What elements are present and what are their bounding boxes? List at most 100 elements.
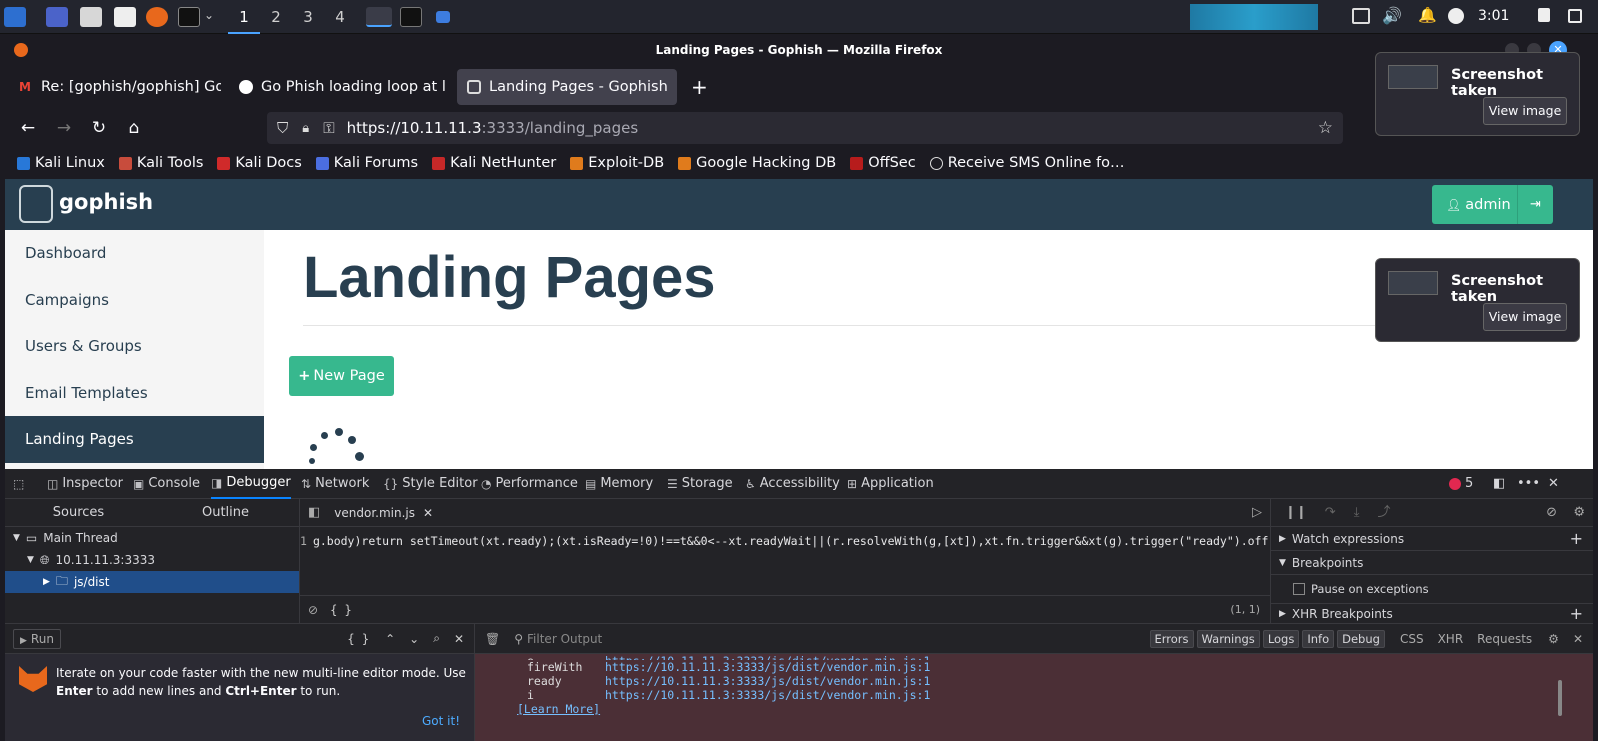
chevron-down-icon[interactable]: ⌄ bbox=[204, 8, 214, 22]
run-button[interactable]: ▶ Run bbox=[13, 628, 61, 649]
user-menu[interactable]: 👤︎ admin ⇥ bbox=[1432, 185, 1553, 224]
close-console-icon[interactable]: ✕ bbox=[1573, 632, 1583, 646]
trace-link[interactable]: https://10.11.11.3:3333/js/dist/vendor.m… bbox=[605, 674, 930, 688]
sidebar-item-dashboard[interactable]: Dashboard bbox=[5, 230, 264, 277]
pause-icon[interactable]: ❙❙ bbox=[1285, 499, 1307, 527]
filter-warnings[interactable]: Warnings bbox=[1196, 629, 1260, 648]
tree-folder-js-dist[interactable]: ▶ 🗀 js/dist bbox=[5, 571, 299, 593]
more-options-icon[interactable]: ••• bbox=[1517, 469, 1540, 499]
tab-style-editor[interactable]: {} Style Editor bbox=[383, 469, 478, 499]
search-icon[interactable]: ⌕ bbox=[433, 631, 440, 646]
sidebar-item-landing-pages[interactable]: Landing Pages bbox=[5, 416, 264, 463]
tree-main-thread[interactable]: ▼ ▭ Main Thread bbox=[5, 527, 299, 549]
file-tab[interactable]: vendor.min.js bbox=[334, 499, 415, 527]
workspace-1[interactable]: 1 bbox=[228, 0, 260, 34]
power-icon[interactable] bbox=[1448, 8, 1464, 24]
blackbox-icon[interactable]: ⊘ bbox=[308, 603, 318, 617]
shield-icon[interactable]: ⛉ bbox=[277, 119, 288, 137]
step-in-icon[interactable]: ⤓ bbox=[1354, 499, 1360, 527]
filter-requests[interactable]: Requests bbox=[1477, 632, 1532, 646]
logout-icon[interactable]: ⇥ bbox=[1517, 185, 1553, 224]
terminal-window-icon[interactable] bbox=[400, 7, 422, 27]
sidebar-item-email-templates[interactable]: Email Templates bbox=[5, 370, 264, 417]
tab-landing-pages[interactable]: Landing Pages - Gophish ✕ bbox=[457, 69, 677, 105]
tab-storage[interactable]: ☰ Storage bbox=[667, 469, 733, 499]
console-settings-icon[interactable]: ⚙ bbox=[1548, 632, 1559, 646]
tab-accessibility[interactable]: ♿︎ Accessibility bbox=[745, 469, 840, 499]
tab-console[interactable]: ▣ Console bbox=[133, 469, 200, 499]
bookmark-kali-forums[interactable]: Kali Forums bbox=[315, 155, 418, 171]
tab-debugger[interactable]: ◨ Debugger bbox=[211, 469, 291, 499]
logout-icon[interactable] bbox=[1568, 9, 1582, 23]
toggle-panels-icon[interactable]: ▷ bbox=[1252, 499, 1262, 527]
tab-performance[interactable]: ◔ Performance bbox=[481, 469, 578, 499]
workspace-4[interactable]: 4 bbox=[324, 0, 356, 34]
xhr-breakpoints-header[interactable]: ▶ XHR Breakpoints + bbox=[1271, 603, 1593, 623]
desktop-icon[interactable] bbox=[46, 7, 68, 27]
home-icon[interactable]: ⌂ bbox=[123, 117, 145, 139]
watch-expressions-header[interactable]: ▶ Watch expressions + bbox=[1271, 527, 1593, 551]
bookmark-kali-docs[interactable]: Kali Docs bbox=[217, 155, 302, 171]
close-devtools-icon[interactable]: ✕ bbox=[1548, 469, 1559, 499]
filter-output-input[interactable]: Filter Output bbox=[527, 632, 602, 646]
display-icon[interactable] bbox=[1352, 8, 1370, 24]
pretty-print-icon[interactable]: { } bbox=[347, 632, 369, 646]
bookmark-kali-linux[interactable]: Kali Linux bbox=[17, 155, 105, 171]
forward-icon[interactable]: → bbox=[53, 117, 75, 139]
step-out-icon[interactable]: ⤴ bbox=[1377, 499, 1390, 527]
sidebar-item-campaigns[interactable]: Campaigns bbox=[5, 277, 264, 324]
tab-github[interactable]: Go Phish loading loop at l ✕ bbox=[229, 69, 447, 105]
step-over-icon[interactable]: ↷ bbox=[1325, 499, 1336, 527]
pause-on-exceptions[interactable]: Pause on exceptions bbox=[1271, 575, 1593, 603]
toggle-sources-icon[interactable]: ◧ bbox=[308, 499, 320, 527]
element-picker-icon[interactable]: ⬚ bbox=[13, 469, 28, 499]
new-tab-icon[interactable]: + bbox=[691, 75, 708, 99]
filter-xhr[interactable]: XHR bbox=[1438, 632, 1464, 646]
filter-errors[interactable]: Errors bbox=[1149, 629, 1194, 648]
file-manager-icon[interactable] bbox=[80, 7, 102, 27]
filter-css[interactable]: CSS bbox=[1400, 632, 1424, 646]
trace-link[interactable]: https://10.11.11.3:3333/js/dist/vendor.m… bbox=[605, 688, 930, 702]
terminal-launcher-icon[interactable] bbox=[178, 7, 200, 27]
firefox-window-icon[interactable] bbox=[366, 7, 392, 27]
bookmark-star-icon[interactable]: ☆ bbox=[1318, 118, 1333, 138]
trash-icon[interactable]: 🗑︎ bbox=[485, 632, 500, 646]
kali-menu-icon[interactable] bbox=[4, 7, 26, 27]
deactivate-breakpoints-icon[interactable]: ⊘ bbox=[1546, 499, 1557, 527]
filter-logs[interactable]: Logs bbox=[1262, 629, 1300, 648]
trace-link[interactable]: https://10.11.11.3:3333/js/dist/vendor.m… bbox=[605, 660, 930, 674]
tab-gmail[interactable]: M Re: [gophish/gophish] Go ✕ bbox=[9, 69, 221, 105]
view-image-button[interactable]: View image bbox=[1483, 303, 1567, 331]
workspace-3[interactable]: 3 bbox=[292, 0, 324, 34]
tree-host[interactable]: ▼ 🌐︎ 10.11.11.3:3333 bbox=[5, 549, 299, 571]
firefox-launcher-icon[interactable] bbox=[146, 7, 168, 27]
view-image-button[interactable]: View image bbox=[1483, 97, 1567, 125]
history-up-icon[interactable]: ⌃ bbox=[385, 632, 395, 646]
workspace-2[interactable]: 2 bbox=[260, 0, 292, 34]
scrollbar[interactable] bbox=[1558, 680, 1562, 716]
filter-info[interactable]: Info bbox=[1302, 629, 1335, 648]
back-icon[interactable]: ← bbox=[17, 117, 39, 139]
tab-sources[interactable]: Sources bbox=[5, 499, 152, 527]
bookmark-google-hacking-db[interactable]: Google Hacking DB bbox=[678, 155, 836, 171]
dock-icon[interactable]: ◧ bbox=[1493, 469, 1505, 499]
app-window-icon[interactable] bbox=[436, 11, 450, 23]
bookmark-receive-sms[interactable]: Receive SMS Online fo… bbox=[929, 155, 1124, 171]
bookmark-kali-tools[interactable]: Kali Tools bbox=[118, 155, 203, 171]
add-watch-icon[interactable]: + bbox=[1570, 529, 1583, 548]
url-bar[interactable]: ⛉ 🔒︎ ⚿ https://10.11.11.3:3333/landing_p… bbox=[267, 112, 1343, 144]
gophish-brand[interactable]: gophish bbox=[59, 190, 153, 214]
tab-inspector[interactable]: ◫ Inspector bbox=[47, 469, 123, 499]
permissions-icon[interactable]: ⚿ bbox=[323, 119, 334, 137]
close-tab-icon[interactable]: ✕ bbox=[446, 79, 447, 95]
tab-outline[interactable]: Outline bbox=[152, 499, 299, 527]
tab-application[interactable]: ⊞ Application bbox=[847, 469, 934, 499]
close-editor-icon[interactable]: ✕ bbox=[454, 632, 464, 646]
history-down-icon[interactable]: ⌄ bbox=[409, 632, 419, 646]
error-count-badge[interactable]: 5 bbox=[1449, 469, 1473, 499]
new-page-button[interactable]: + New Page bbox=[289, 356, 394, 396]
sidebar-item-users-groups[interactable]: Users & Groups bbox=[5, 323, 264, 370]
close-file-icon[interactable]: ✕ bbox=[423, 499, 433, 527]
text-editor-icon[interactable] bbox=[114, 7, 136, 27]
notification-icon[interactable]: 🔔 bbox=[1418, 6, 1437, 24]
